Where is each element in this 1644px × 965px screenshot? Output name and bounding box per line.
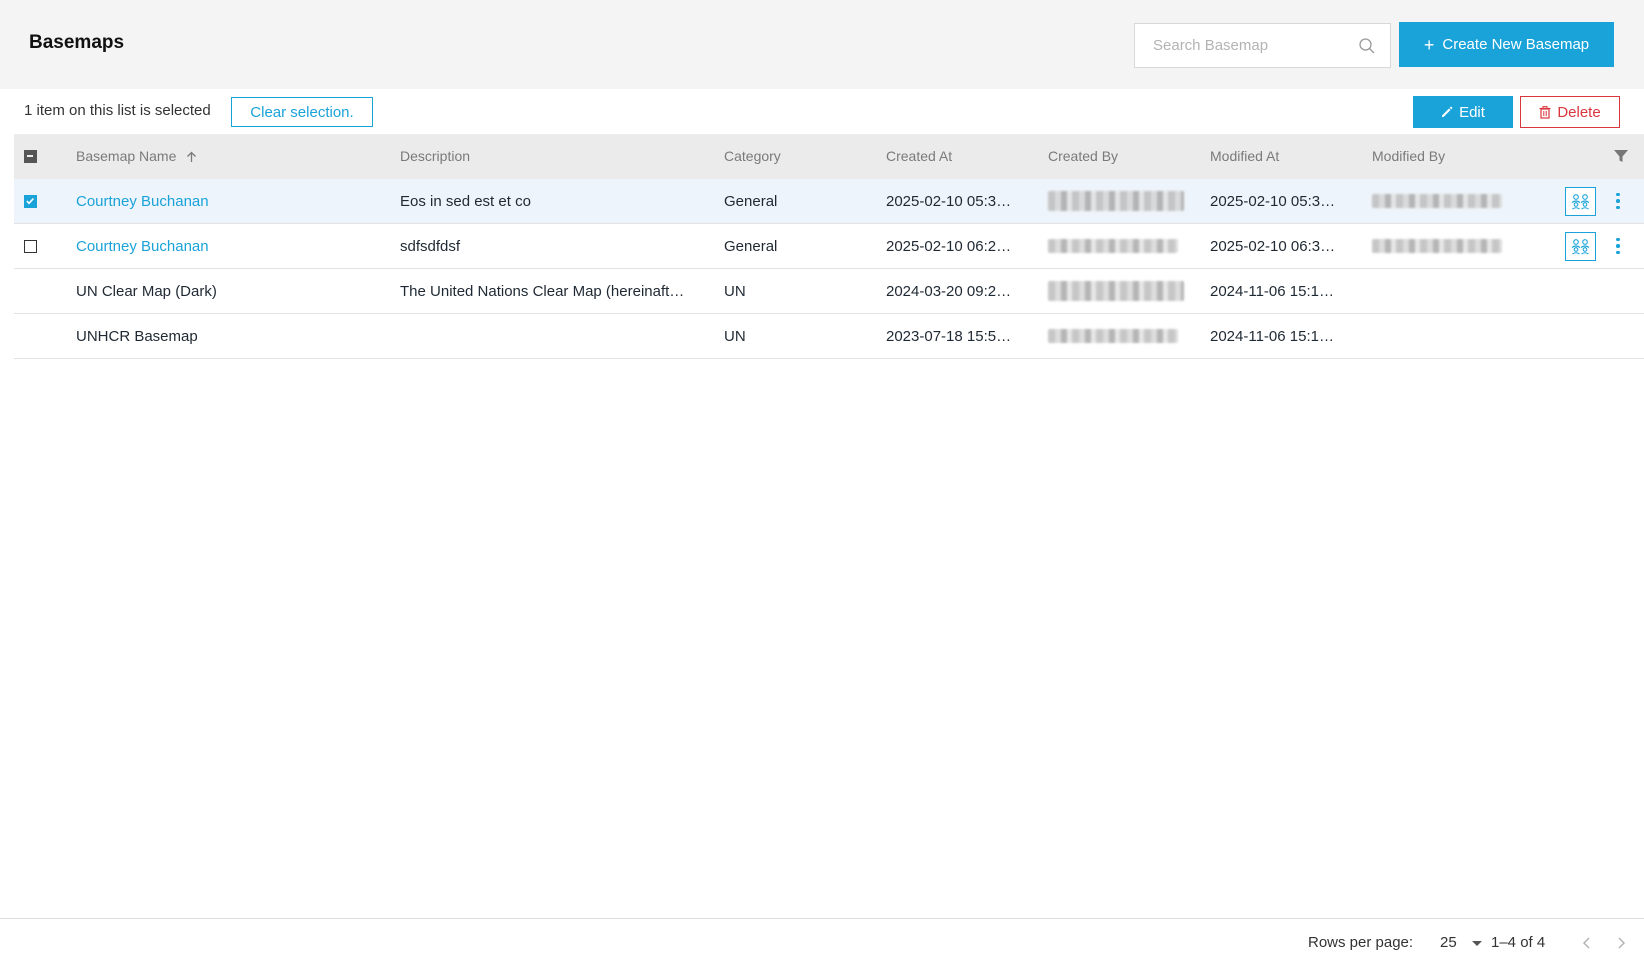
share-button[interactable] <box>1565 187 1596 216</box>
created-at-cell: 2023-07-18 15:5… <box>886 328 1012 345</box>
plus-icon: + <box>1423 34 1435 55</box>
footer-divider <box>0 918 1644 919</box>
pagination: Rows per page: 25 1–4 of 4 <box>1290 928 1640 958</box>
created-by-redacted <box>1048 191 1184 211</box>
table-row[interactable]: Courtney Buchanan Eos in sed est et co G… <box>14 179 1644 224</box>
filter-icon[interactable] <box>1613 148 1629 164</box>
created-by-redacted <box>1048 281 1184 301</box>
created-at-cell: 2025-02-10 05:3… <box>886 193 1012 210</box>
description-cell: Eos in sed est et co <box>400 193 531 210</box>
select-all-checkbox[interactable] <box>24 150 37 163</box>
column-header-created-at[interactable]: Created At <box>886 148 952 164</box>
edit-label: Edit <box>1459 103 1485 121</box>
description-cell: The United Nations Clear Map (hereinaft… <box>400 283 685 300</box>
column-header-created-by[interactable]: Created By <box>1048 148 1118 164</box>
category-cell: UN <box>724 328 746 345</box>
category-cell: General <box>724 193 778 210</box>
search-input[interactable] <box>1135 24 1355 67</box>
basemap-name-link[interactable]: Courtney Buchanan <box>76 193 376 210</box>
create-basemap-label: Create New Basemap <box>1442 36 1590 53</box>
column-header-category[interactable]: Category <box>724 148 781 164</box>
column-header-modified-by[interactable]: Modified By <box>1372 148 1445 164</box>
table-row[interactable]: Courtney Buchanan sdfsdfdsf General 2025… <box>14 224 1644 269</box>
row-checkbox[interactable] <box>24 240 37 253</box>
basemap-name-cell: UNHCR Basemap <box>76 328 198 345</box>
column-header-modified-at[interactable]: Modified At <box>1210 148 1279 164</box>
table-row[interactable]: UN Clear Map (Dark) The United Nations C… <box>14 269 1644 314</box>
delete-label: Delete <box>1557 103 1601 121</box>
modified-at-cell: 2024-11-06 15:1… <box>1210 283 1334 300</box>
search-icon[interactable] <box>1358 37 1376 55</box>
page-title: Basemaps <box>29 32 125 53</box>
column-header-description[interactable]: Description <box>400 148 470 164</box>
created-by-redacted <box>1048 239 1178 253</box>
modified-by-redacted <box>1372 194 1502 208</box>
category-cell: General <box>724 238 778 255</box>
share-button[interactable] <box>1565 232 1596 261</box>
row-checkbox[interactable] <box>24 195 37 208</box>
table-row[interactable]: UNHCR Basemap UN 2023-07-18 15:5… 2024-1… <box>14 314 1644 359</box>
chevron-left-icon[interactable] <box>1578 933 1596 953</box>
modified-at-cell: 2024-11-06 15:1… <box>1210 328 1334 345</box>
category-cell: UN <box>724 283 746 300</box>
created-by-redacted <box>1048 329 1178 343</box>
create-basemap-button[interactable]: + Create New Basemap <box>1399 22 1614 67</box>
description-cell: sdfsdfdsf <box>400 238 461 255</box>
selection-count-text: 1 item on this list is selected <box>24 102 211 119</box>
delete-button[interactable]: Delete <box>1520 96 1620 128</box>
column-label: Basemap Name <box>76 148 177 164</box>
table-header: Basemap Name Description Category Create… <box>14 134 1644 179</box>
edit-button[interactable]: Edit <box>1413 96 1513 128</box>
basemaps-table: Basemap Name Description Category Create… <box>14 134 1644 359</box>
chevron-down-icon <box>1472 941 1482 946</box>
modified-at-cell: 2025-02-10 06:3… <box>1210 238 1336 255</box>
pencil-icon <box>1442 106 1453 117</box>
modified-by-redacted <box>1372 239 1502 253</box>
selection-toolbar: 1 item on this list is selected Clear se… <box>0 89 1644 134</box>
created-at-cell: 2025-02-10 06:2… <box>886 238 1012 255</box>
chevron-right-icon[interactable] <box>1612 933 1630 953</box>
more-vertical-icon[interactable] <box>1612 189 1624 213</box>
clear-selection-button[interactable]: Clear selection. <box>231 97 373 127</box>
basemap-name-cell: UN Clear Map (Dark) <box>76 283 217 300</box>
more-vertical-icon[interactable] <box>1612 234 1624 258</box>
share-users-icon <box>1571 239 1590 255</box>
created-at-cell: 2024-03-20 09:2… <box>886 283 1012 300</box>
trash-icon <box>1539 105 1551 119</box>
rows-per-page-label: Rows per page: <box>1308 934 1414 951</box>
search-box[interactable] <box>1134 23 1391 68</box>
rows-per-page-select[interactable]: 25 <box>1436 931 1486 955</box>
modified-at-cell: 2025-02-10 05:3… <box>1210 193 1336 210</box>
sort-arrow-up-icon[interactable] <box>186 151 197 163</box>
page-header: Basemaps + Create New Basemap <box>0 0 1644 89</box>
page-range: 1–4 of 4 <box>1491 934 1546 951</box>
basemap-name-link[interactable]: Courtney Buchanan <box>76 238 376 255</box>
column-header-basemap-name[interactable]: Basemap Name <box>76 148 197 164</box>
rows-per-page-value: 25 <box>1440 934 1457 951</box>
share-users-icon <box>1571 194 1590 210</box>
